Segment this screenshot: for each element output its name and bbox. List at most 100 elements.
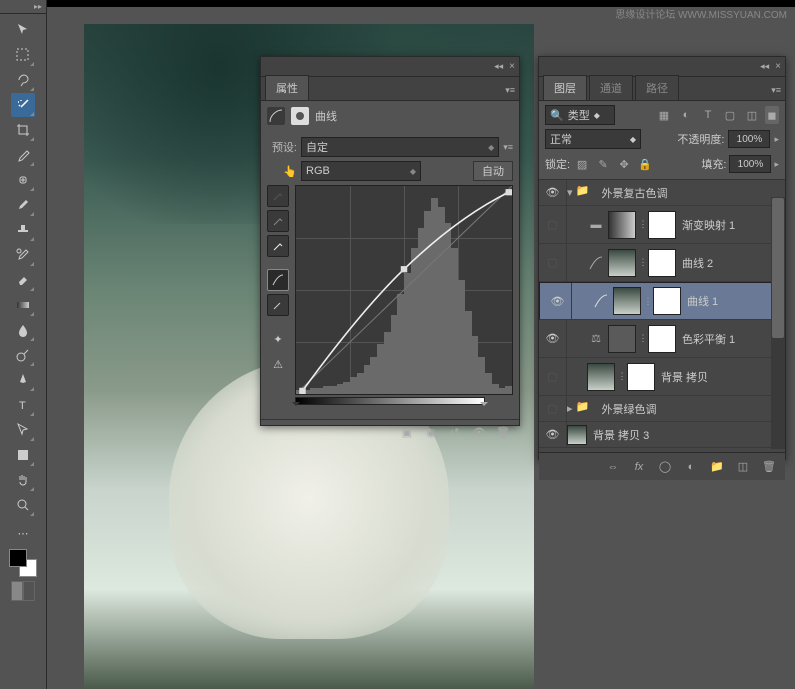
color-swatches[interactable]	[9, 549, 37, 577]
input-slider[interactable]	[295, 397, 485, 405]
shape-tool[interactable]	[11, 443, 35, 467]
preset-menu-icon[interactable]: ▾≡	[503, 142, 513, 153]
pen-tool[interactable]	[11, 368, 35, 392]
layer-group[interactable]: ▢ ▸ 📁 外景绿色调	[539, 396, 785, 422]
reset-icon[interactable]: ↺	[447, 424, 463, 440]
panel-collapse-icon[interactable]: ◂◂	[760, 61, 769, 72]
opacity-input[interactable]: 100%	[728, 130, 770, 148]
filter-image-icon[interactable]: ▦	[655, 106, 673, 124]
dodge-tool[interactable]	[11, 343, 35, 367]
visibility-toggle[interactable]: 👁	[544, 283, 572, 319]
zoom-tool[interactable]	[11, 493, 35, 517]
layer-row[interactable]: ▢ ▬ ⋮ 渐变映射 1	[539, 206, 785, 244]
visibility-toggle[interactable]: ▢	[539, 396, 567, 421]
filter-shape-icon[interactable]: ▢	[721, 106, 739, 124]
mask-add-icon[interactable]: ◯	[657, 459, 673, 475]
tab-properties[interactable]: 属性	[265, 75, 309, 100]
history-brush-tool[interactable]	[11, 243, 35, 267]
lock-all-icon[interactable]: 🔒	[636, 155, 654, 173]
fg-color[interactable]	[9, 549, 27, 567]
gradient-tool[interactable]	[11, 293, 35, 317]
layer-group[interactable]: 👁 ▾ 📁 外景复古色调	[539, 180, 785, 206]
mask-thumb[interactable]	[648, 249, 676, 277]
layer-thumb	[567, 425, 587, 445]
path-select-tool[interactable]	[11, 418, 35, 442]
heal-tool[interactable]	[11, 168, 35, 192]
visibility-toggle[interactable]: ▢	[539, 206, 567, 243]
layer-row[interactable]: ▢ ⋮ 曲线 2	[539, 244, 785, 282]
magic-wand-tool[interactable]	[11, 93, 35, 117]
crop-tool[interactable]	[11, 118, 35, 142]
auto-button[interactable]: 自动	[473, 161, 513, 181]
filter-adj-icon[interactable]: ◐	[677, 106, 695, 124]
visibility-toggle[interactable]: 👁	[539, 422, 567, 447]
prev-state-icon[interactable]: ◉	[423, 424, 439, 440]
panel-menu-icon[interactable]: ▾≡	[501, 81, 519, 100]
layer-row[interactable]: 👁 ⋮ 曲线 1	[539, 282, 785, 320]
panel-menu-icon[interactable]: ▾≡	[767, 81, 785, 100]
filter-smart-icon[interactable]: ◫	[743, 106, 761, 124]
clip-toggle[interactable]: ✦	[267, 328, 289, 350]
clip-icon[interactable]: ▣	[399, 424, 415, 440]
link-layers-icon[interactable]: ⇔	[605, 459, 621, 475]
mask-thumb[interactable]	[648, 211, 676, 239]
sampler-white-icon[interactable]	[267, 235, 289, 257]
fold-icon[interactable]: ▾	[567, 186, 573, 199]
fill-input[interactable]: 100%	[729, 155, 771, 173]
scrollbar[interactable]	[771, 197, 785, 449]
hand-tool[interactable]	[11, 468, 35, 492]
curves-graph[interactable]	[295, 185, 513, 395]
filter-select[interactable]: 🔍类型◆	[545, 105, 615, 125]
fill-label: 填充:	[701, 156, 726, 172]
eyedropper-tool[interactable]	[11, 143, 35, 167]
visibility-toggle[interactable]: 👁	[539, 320, 567, 357]
lasso-tool[interactable]	[11, 68, 35, 92]
lock-pos-icon[interactable]: ✥	[615, 155, 633, 173]
mask-thumb[interactable]	[653, 287, 681, 315]
eraser-tool[interactable]	[11, 268, 35, 292]
tab-channels[interactable]: 通道	[589, 75, 633, 100]
stamp-tool[interactable]	[11, 218, 35, 242]
layer-row[interactable]: 👁 背景 拷贝 3	[539, 422, 785, 448]
blur-tool[interactable]	[11, 318, 35, 342]
brush-tool[interactable]	[11, 193, 35, 217]
visibility-toggle[interactable]: ▢	[539, 358, 567, 395]
group-add-icon[interactable]: 📁	[709, 459, 725, 475]
move-tool[interactable]	[11, 18, 35, 42]
filter-toggle[interactable]: ◼	[765, 106, 779, 124]
panel-close-icon[interactable]: ×	[775, 61, 781, 72]
toolbar-header[interactable]: ▸▸	[0, 0, 46, 14]
blend-mode-select[interactable]: 正常◆	[545, 129, 641, 149]
trash-icon[interactable]: 🗑	[761, 459, 777, 475]
tab-layers[interactable]: 图层	[543, 75, 587, 100]
lock-trans-icon[interactable]: ▨	[573, 155, 591, 173]
panel-collapse-icon[interactable]: ◂◂	[494, 61, 503, 72]
visibility-toggle[interactable]: ▢	[539, 244, 567, 281]
curve-point-tool[interactable]	[267, 269, 289, 291]
quickmask-toggle[interactable]	[11, 581, 35, 605]
trash-icon[interactable]: 🗑	[495, 424, 511, 440]
preset-select[interactable]: 自定◆	[301, 137, 499, 157]
layer-add-icon[interactable]: ◫	[735, 459, 751, 475]
tab-paths[interactable]: 路径	[635, 75, 679, 100]
type-tool[interactable]: T	[11, 393, 35, 417]
fx-icon[interactable]: fx	[631, 459, 647, 475]
visibility-icon[interactable]: 👁	[471, 424, 487, 440]
filter-type-icon[interactable]: T	[699, 106, 717, 124]
panel-close-icon[interactable]: ×	[509, 61, 515, 72]
sampler-black-icon[interactable]	[267, 185, 289, 207]
visibility-toggle[interactable]: 👁	[539, 180, 567, 205]
lock-paint-icon[interactable]: ✎	[594, 155, 612, 173]
mask-thumb[interactable]	[627, 363, 655, 391]
layer-row[interactable]: 👁 ⚖ ⋮ 色彩平衡 1	[539, 320, 785, 358]
sampler-gray-icon[interactable]	[267, 210, 289, 232]
layer-row[interactable]: ▢ ⋮ 背景 拷贝	[539, 358, 785, 396]
channel-icon[interactable]: 👆	[267, 165, 297, 178]
edit-toolbar[interactable]: ⋯	[11, 521, 35, 545]
channel-select[interactable]: RGB◆	[301, 161, 421, 181]
marquee-tool[interactable]	[11, 43, 35, 67]
adjustment-add-icon[interactable]: ◐	[683, 459, 699, 475]
mask-thumb[interactable]	[648, 325, 676, 353]
curve-draw-tool[interactable]	[267, 294, 289, 316]
fold-icon[interactable]: ▸	[567, 402, 573, 415]
